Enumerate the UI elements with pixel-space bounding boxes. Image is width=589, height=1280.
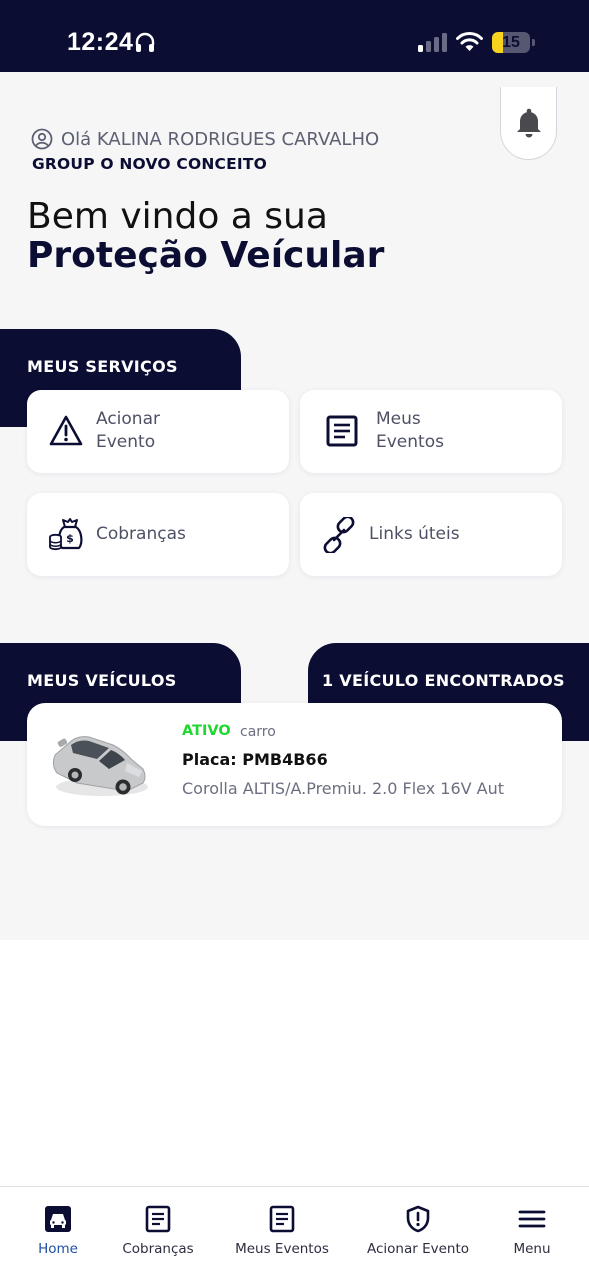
vehicle-type: carro: [240, 724, 276, 740]
nav-item-acionar-evento[interactable]: Acionar Evento: [366, 1205, 470, 1257]
document-icon: [145, 1205, 171, 1233]
nav-item-meus-eventos[interactable]: Meus Eventos: [232, 1205, 332, 1257]
bell-icon: [516, 108, 541, 138]
service-label: Links úteis: [369, 524, 460, 544]
service-card-links-uteis[interactable]: Links úteis: [300, 493, 562, 576]
nav-label: Home: [38, 1241, 78, 1257]
battery-level: 15: [502, 34, 520, 51]
vehicles-section-title: MEUS VEÍCULOS: [27, 671, 177, 690]
link-icon: [323, 517, 355, 553]
money-bag-icon: $: [49, 518, 83, 551]
nav-label: Acionar Evento: [366, 1241, 470, 1257]
nav-item-cobrancas[interactable]: Cobranças: [118, 1205, 198, 1257]
service-card-cobrancas[interactable]: $ Cobranças: [27, 493, 289, 576]
service-card-meus-eventos[interactable]: Meus Eventos: [300, 390, 562, 473]
document-list-icon: [326, 415, 358, 447]
shield-alert-icon: [406, 1205, 430, 1233]
battery-tip: [532, 39, 535, 46]
nav-item-home[interactable]: Home: [30, 1205, 86, 1257]
service-label: Meus Eventos: [376, 409, 444, 452]
car-image: [52, 736, 148, 796]
welcome-title: Bem vindo a sua: [27, 196, 328, 237]
vehicle-status-badge: ATIVO: [182, 723, 231, 739]
vehicle-model: Corolla ALTIS/A.Premiu. 2.0 Flex 16V Aut: [182, 779, 505, 798]
home-screen: Olá KALINA RODRIGUES CARVALHO GROUP O NO…: [0, 72, 589, 940]
nav-label: Menu: [513, 1241, 551, 1257]
status-time: 12:24: [67, 28, 134, 56]
battery-icon: 15: [492, 32, 530, 53]
status-bar: 12:24 15: [0, 0, 589, 72]
nav-item-menu[interactable]: Menu: [504, 1205, 560, 1257]
greeting-text: Olá KALINA RODRIGUES CARVALHO: [61, 128, 380, 150]
service-label: Acionar Evento: [96, 409, 160, 452]
service-card-acionar-evento[interactable]: Acionar Evento: [27, 390, 289, 473]
cellular-signal-icon: [418, 33, 447, 52]
vehicles-count: 1 VEÍCULO ENCONTRADOS: [322, 671, 565, 690]
headphones-icon: [135, 32, 155, 52]
warning-triangle-icon: [49, 415, 83, 446]
vehicle-plate: Placa: PMB4B66: [182, 750, 328, 769]
services-section-title: MEUS SERVIÇOS: [27, 357, 178, 376]
vehicle-card[interactable]: ATIVO carro Placa: PMB4B66 Corolla ALTIS…: [27, 703, 562, 826]
document-icon: [269, 1205, 295, 1233]
wifi-icon: [456, 32, 483, 51]
user-greeting: Olá KALINA RODRIGUES CARVALHO: [31, 128, 379, 150]
service-label: Cobranças: [96, 524, 186, 544]
hamburger-menu-icon: [518, 1210, 546, 1228]
nav-label: Meus Eventos: [235, 1241, 329, 1257]
bottom-navigation: Home Cobranças Meus Eventos Acionar Even…: [0, 1186, 589, 1280]
nav-label: Cobranças: [122, 1241, 194, 1257]
welcome-subtitle: Proteção Veícular: [27, 235, 385, 276]
user-circle-icon: [31, 128, 53, 150]
svg-text:$: $: [66, 532, 74, 545]
notifications-button[interactable]: [500, 87, 557, 160]
home-car-icon: [45, 1206, 71, 1232]
company-name: GROUP O NOVO CONCEITO: [32, 155, 267, 173]
